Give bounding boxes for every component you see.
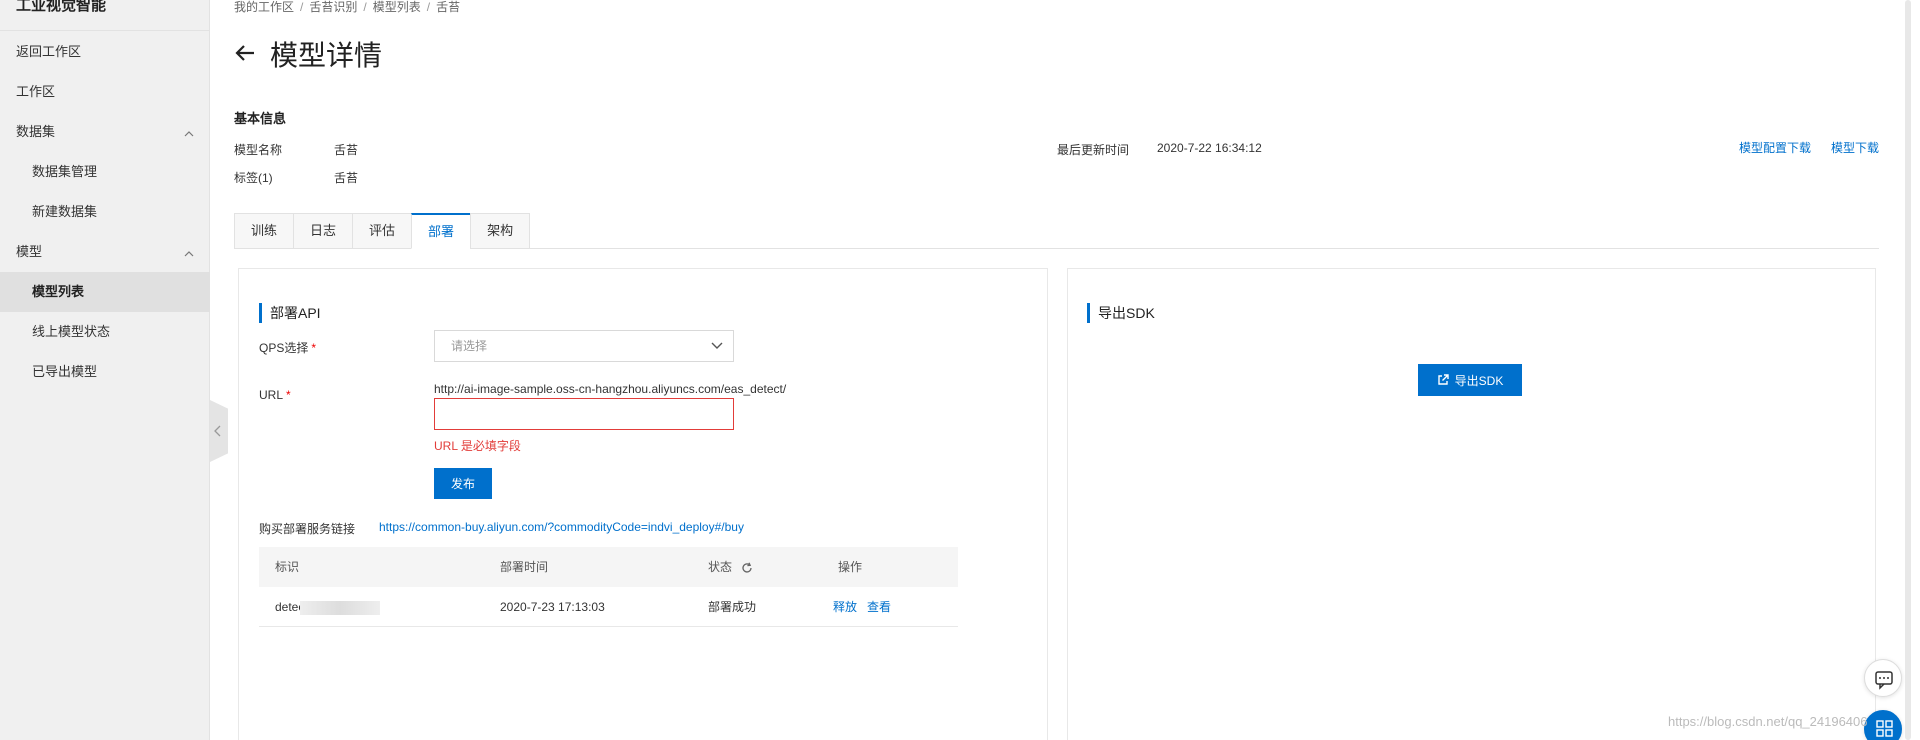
tab-train[interactable]: 训练 [234, 213, 294, 249]
qps-label-text: QPS选择 [259, 341, 309, 355]
chevron-up-icon [184, 251, 194, 257]
sidebar-item-label: 模型 [16, 244, 43, 259]
export-sdk-button-label: 导出SDK [1454, 373, 1504, 388]
refresh-icon[interactable] [741, 562, 753, 574]
chat-icon [1875, 671, 1893, 690]
chevron-down-icon [711, 342, 723, 349]
sidebar-collapse-handle[interactable] [210, 400, 228, 462]
row-deploy-time: 2020-7-23 17:13:03 [500, 600, 605, 614]
watermark: https://blog.csdn.net/qq_24196406 [1668, 714, 1868, 729]
model-config-download-link[interactable]: 模型配置下载 [1739, 139, 1811, 156]
header-id: 标识 [275, 560, 300, 574]
sidebar-item-workspace[interactable]: 工作区 [0, 72, 210, 112]
sidebar-item-new-dataset[interactable]: 新建数据集 [0, 192, 210, 232]
basic-info-title: 基本信息 [234, 111, 287, 126]
qps-label: QPS选择 * [259, 339, 316, 356]
row-id: detec [275, 587, 381, 627]
sidebar-item-label: 数据集 [16, 124, 56, 139]
apps-button[interactable] [1864, 710, 1902, 740]
sidebar-item-online-model-status[interactable]: 线上模型状态 [0, 312, 210, 352]
qps-select[interactable]: 请选择 [434, 330, 734, 362]
row-status: 部署成功 [708, 600, 757, 614]
tab-architecture[interactable]: 架构 [470, 213, 531, 249]
required-mark: * [311, 341, 317, 355]
grid-icon [1876, 720, 1893, 737]
export-sdk-panel [1067, 268, 1876, 740]
tags-label: 标签(1) [234, 171, 273, 185]
sidebar-divider [0, 30, 210, 31]
breadcrumb-item-current: 舌苔 [436, 0, 461, 14]
url-input[interactable] [434, 398, 734, 430]
sidebar-item-back-workspace[interactable]: 返回工作区 [0, 32, 210, 72]
tab-evaluate[interactable]: 评估 [352, 213, 412, 249]
sidebar-item-model-list[interactable]: 模型列表 [0, 272, 210, 312]
sidebar-item-dataset[interactable]: 数据集 [0, 112, 210, 152]
external-link-icon [1437, 374, 1449, 385]
header-actions: 操作 [838, 560, 863, 574]
required-mark: * [286, 388, 291, 402]
breadcrumb-item-model-list[interactable]: 模型列表 [373, 0, 421, 14]
row-actions: 释放 查看 [833, 587, 901, 627]
breadcrumb-item-workspace[interactable]: 我的工作区 [234, 0, 294, 14]
view-link[interactable]: 查看 [867, 600, 891, 614]
table-row: detec 2020-7-23 17:13:03 部署成功 释放 查看 [259, 587, 958, 627]
deploy-api-title: 部署API [259, 303, 321, 323]
export-sdk-button[interactable]: 导出SDK [1418, 364, 1522, 396]
back-arrow-icon[interactable] [234, 44, 256, 62]
header-status-label: 状态 [708, 560, 733, 574]
model-name-value: 舌苔 [334, 143, 359, 157]
chevron-up-icon [184, 131, 194, 137]
deployments-table: 标识 部署时间 状态 操作 detec 2020-7-23 17:13:03 部… [259, 547, 958, 627]
release-link[interactable]: 释放 [833, 600, 857, 614]
tab-logs[interactable]: 日志 [293, 213, 353, 249]
page-title: 模型详情 [270, 40, 383, 71]
sidebar-item-exported-models[interactable]: 已导出模型 [0, 352, 210, 392]
url-hint: http://ai-image-sample.oss-cn-hangzhou.a… [434, 382, 787, 396]
app-title: 工业视觉智能 [16, 0, 107, 14]
buy-service-link[interactable]: https://common-buy.aliyun.com/?commodity… [379, 520, 744, 534]
breadcrumb-item-project[interactable]: 舌苔识别 [309, 0, 357, 14]
publish-button[interactable]: 发布 [434, 468, 492, 499]
updated-time-value: 2020-7-22 16:34:12 [1157, 141, 1262, 155]
header-deploy-time: 部署时间 [500, 560, 549, 574]
export-sdk-title: 导出SDK [1087, 303, 1155, 323]
breadcrumb: 我的工作区 / 舌苔识别 / 模型列表 / 舌苔 [234, 0, 461, 14]
tab-deploy[interactable]: 部署 [411, 213, 471, 249]
model-download-link[interactable]: 模型下载 [1831, 139, 1879, 156]
table-header: 标识 部署时间 状态 操作 [259, 547, 958, 587]
sidebar-item-model[interactable]: 模型 [0, 232, 210, 272]
tabs: 训练 日志 评估 部署 架构 [234, 213, 531, 249]
chat-button[interactable] [1864, 659, 1902, 697]
qps-select-placeholder: 请选择 [451, 339, 488, 353]
sidebar: 工业视觉智能 返回工作区 工作区 数据集 数据集管理 新建数据集 模型 模型列表… [0, 0, 210, 740]
updated-time-label: 最后更新时间 [1057, 143, 1130, 157]
buy-service-label: 购买部署服务链接 [259, 522, 356, 536]
url-label-text: URL [259, 388, 284, 402]
model-name-label: 模型名称 [234, 143, 283, 157]
sidebar-item-dataset-management[interactable]: 数据集管理 [0, 152, 210, 192]
header-status: 状态 [708, 547, 753, 587]
tags-value: 舌苔 [334, 171, 359, 185]
scrollbar[interactable] [1905, 0, 1911, 740]
chevron-left-icon [214, 425, 221, 437]
url-label: URL * [259, 388, 291, 402]
masked-text [300, 600, 381, 615]
url-error-message: URL 是必填字段 [434, 439, 521, 453]
